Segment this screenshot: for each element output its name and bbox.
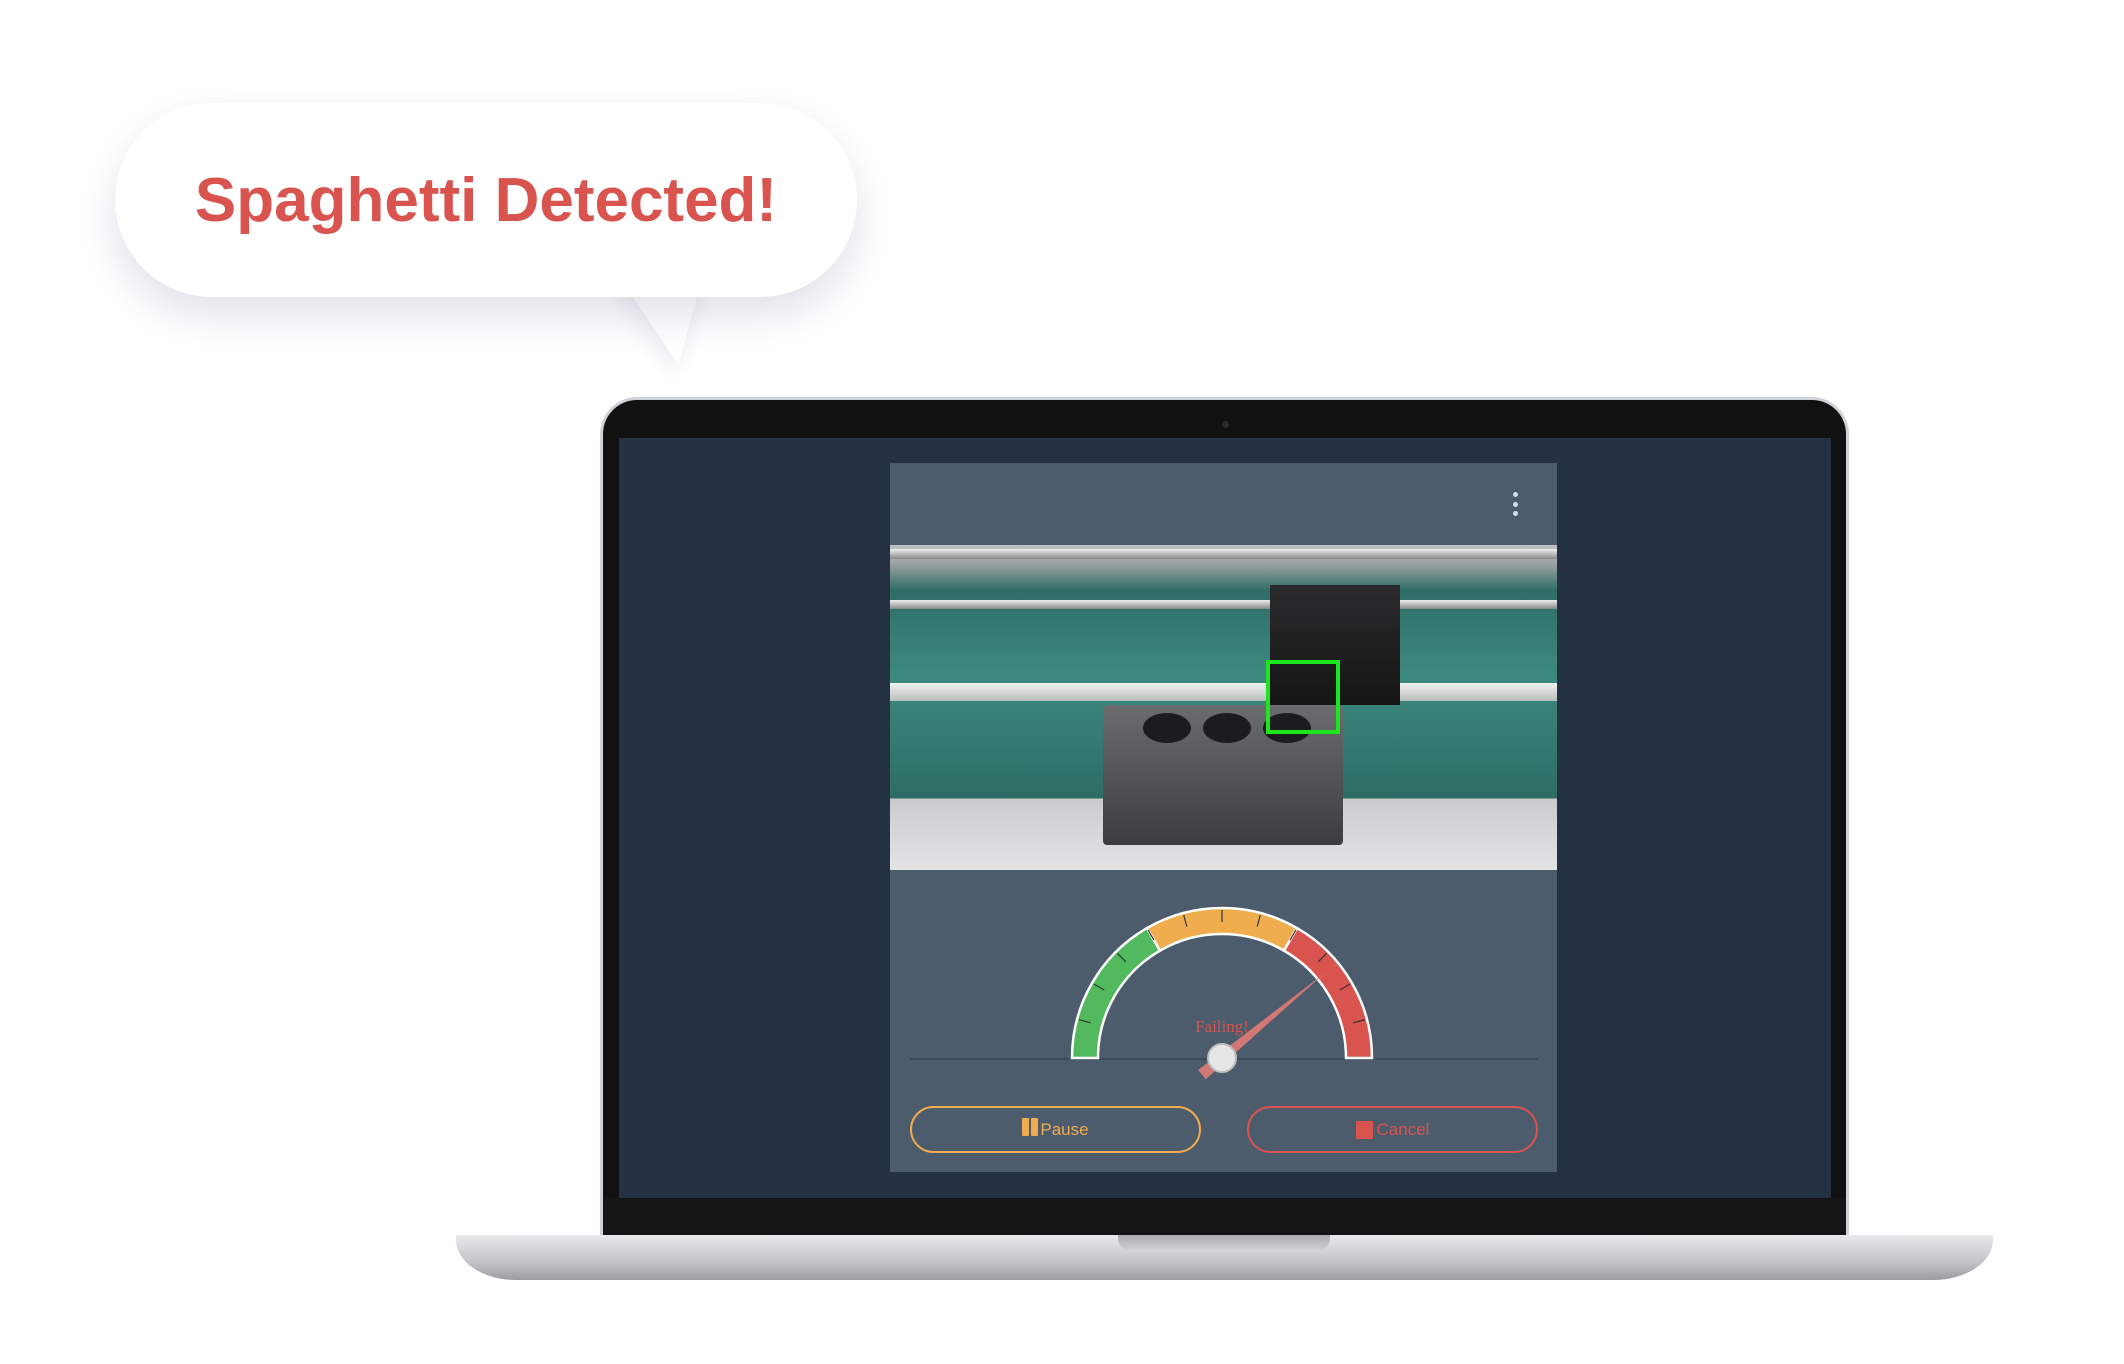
detection-box — [1266, 660, 1340, 734]
pause-label: Pause — [1040, 1119, 1089, 1139]
pause-icon — [1022, 1118, 1040, 1141]
kebab-menu-icon[interactable] — [1509, 492, 1521, 516]
webcam-feed — [890, 545, 1557, 870]
gauge-status-label: Failing! — [1195, 1017, 1249, 1036]
spaghetti-alert-text: Spaghetti Detected! — [194, 165, 778, 235]
stop-icon — [1355, 1120, 1373, 1139]
webcam-icon — [1222, 421, 1229, 428]
cancel-button[interactable]: Cancel — [1247, 1106, 1538, 1153]
gauge-zone-good — [1070, 926, 1162, 1060]
gauge-pivot — [1207, 1043, 1237, 1073]
cancel-label: Cancel — [1376, 1119, 1430, 1139]
gauge-zone-failing — [1282, 926, 1374, 1060]
laptop-notch — [1118, 1235, 1330, 1252]
laptop-bezel — [603, 1198, 1846, 1235]
pause-button[interactable]: Pause — [910, 1106, 1201, 1153]
failure-gauge: Failing! — [1070, 906, 1374, 1080]
